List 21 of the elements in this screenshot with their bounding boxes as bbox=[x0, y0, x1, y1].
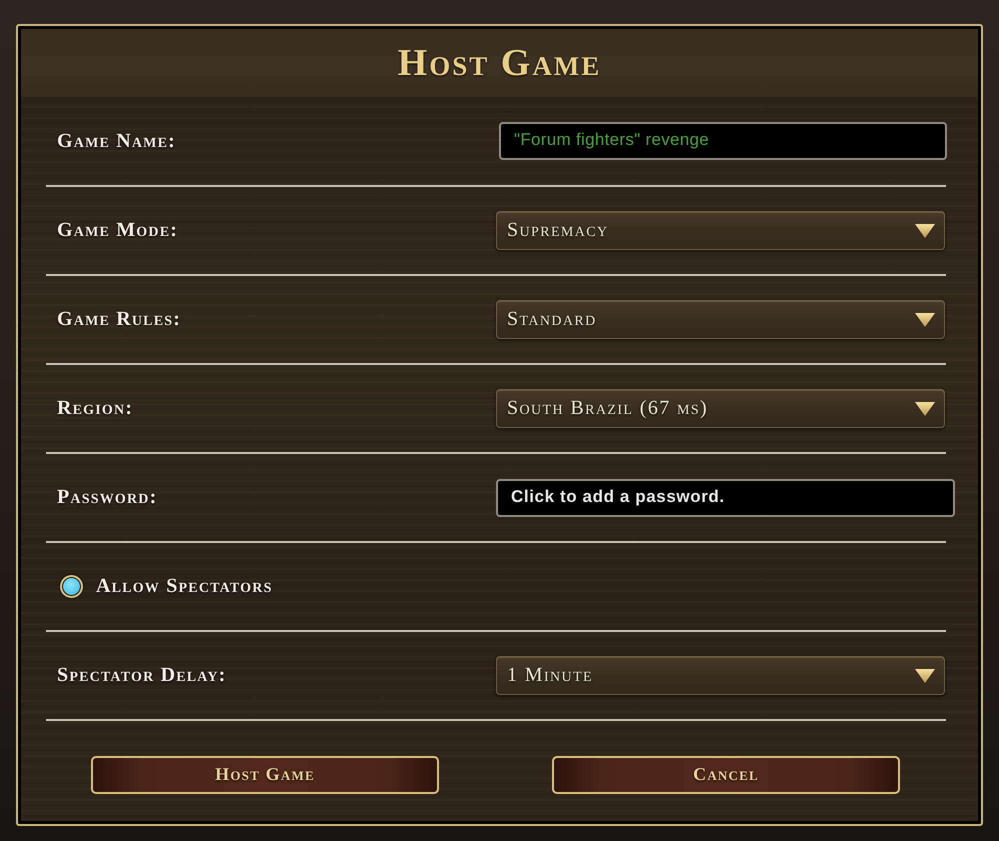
caret-icon bbox=[915, 668, 935, 682]
dialog-title: Host Game bbox=[398, 41, 602, 85]
option-label: Allow Spectators bbox=[96, 575, 273, 598]
cancel-button[interactable]: Cancel bbox=[552, 756, 900, 794]
field-label: Spectator Delay: bbox=[57, 664, 228, 687]
field-label: Game Name: bbox=[57, 130, 177, 152]
dropdown[interactable]: Standard bbox=[496, 300, 945, 339]
caret-icon bbox=[915, 312, 935, 326]
field-label: Region: bbox=[57, 397, 134, 420]
text-field[interactable]: "Forum fighters" revenge bbox=[499, 122, 947, 160]
field-label: Game Rules: bbox=[57, 308, 182, 331]
radio-button[interactable] bbox=[60, 575, 83, 598]
dropdown[interactable]: South Brazil (67 ms) bbox=[496, 389, 945, 428]
password-field[interactable]: Click to add a password. bbox=[496, 478, 955, 516]
caret-icon bbox=[915, 402, 935, 416]
dropdown[interactable]: 1 Minute bbox=[496, 656, 945, 695]
host-game-button[interactable]: Host Game bbox=[91, 756, 439, 794]
dropdown[interactable]: Supremacy bbox=[496, 211, 945, 250]
field-label: Game Mode: bbox=[57, 219, 180, 242]
field-label: Password: bbox=[57, 486, 158, 509]
caret-icon bbox=[915, 224, 935, 238]
